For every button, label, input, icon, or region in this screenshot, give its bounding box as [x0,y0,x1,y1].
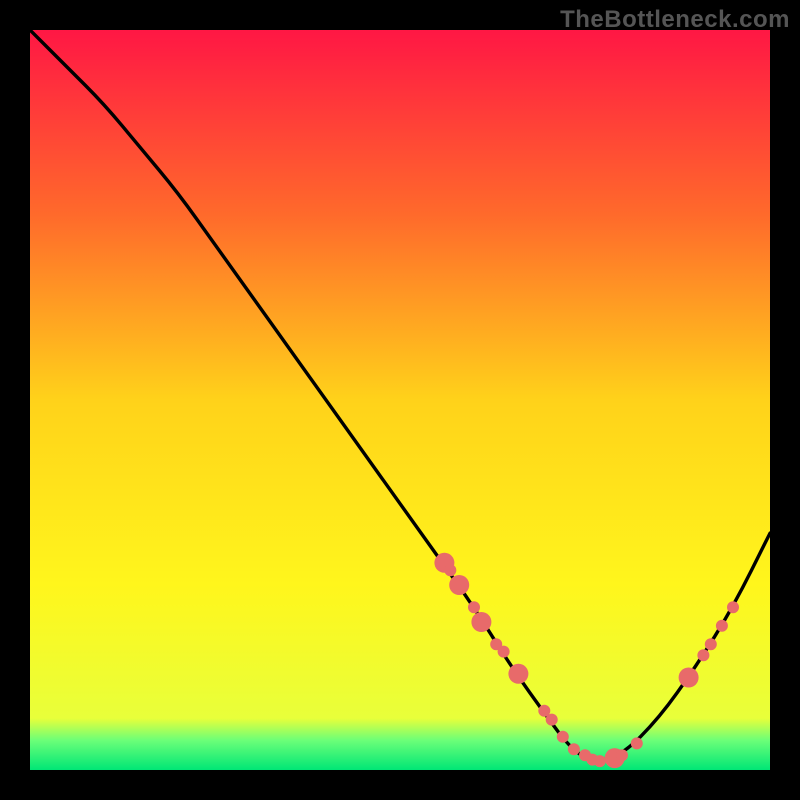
data-marker [705,638,717,650]
data-marker [468,601,480,613]
chart-background [30,30,770,770]
plot-area [30,30,770,770]
data-marker [616,749,628,761]
data-marker [594,755,606,767]
data-marker [471,612,491,632]
data-marker [508,664,528,684]
data-marker [716,620,728,632]
data-marker [444,564,456,576]
data-marker [449,575,469,595]
data-marker [546,714,558,726]
data-marker [557,731,569,743]
chart-container: TheBottleneck.com [0,0,800,800]
data-marker [498,646,510,658]
data-marker [679,668,699,688]
data-marker [631,737,643,749]
data-marker [697,649,709,661]
chart-svg [30,30,770,770]
data-marker [727,601,739,613]
data-marker [568,743,580,755]
